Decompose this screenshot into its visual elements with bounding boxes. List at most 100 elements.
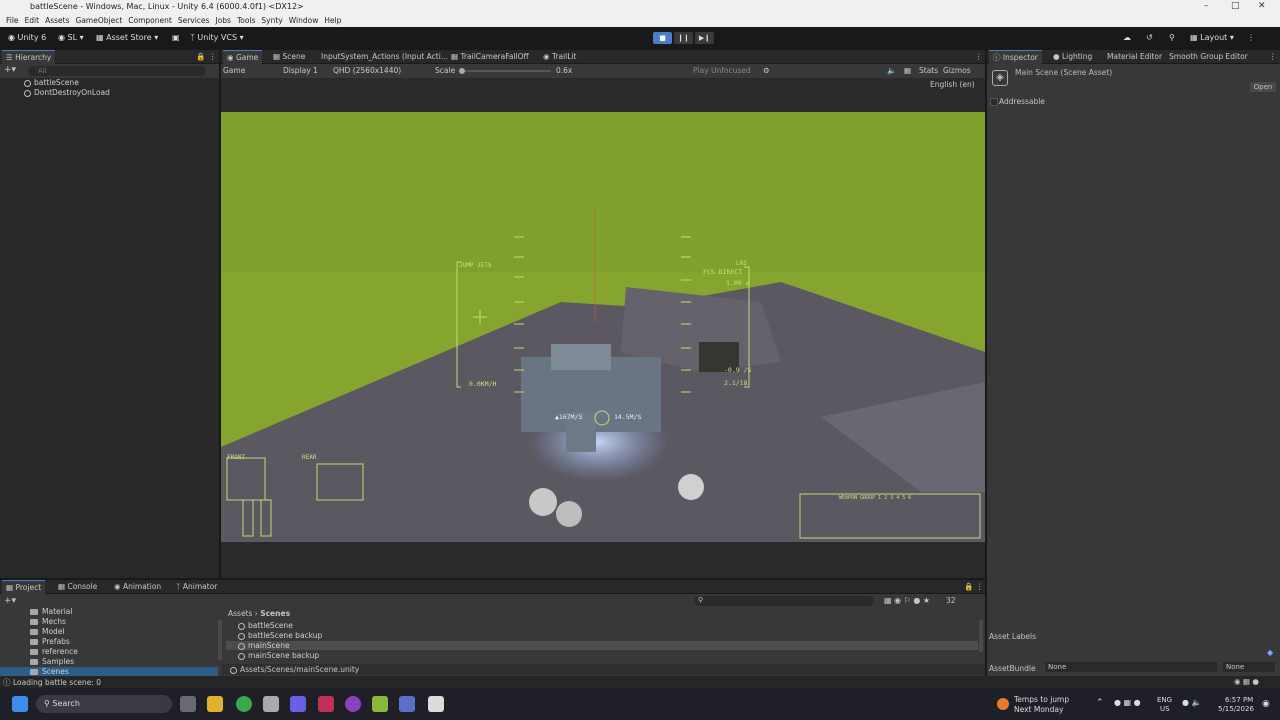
breadcrumb-assets[interactable]: Assets — [228, 609, 252, 618]
tag-icon[interactable]: ◆ — [1267, 648, 1273, 657]
hierarchy-search-input[interactable]: All — [28, 66, 206, 76]
play-button[interactable]: ■ — [653, 32, 672, 44]
unity-editor-icon[interactable] — [428, 696, 444, 712]
folder-model[interactable]: Model — [30, 627, 65, 636]
play-focus-dropdown[interactable]: Play Unfocused — [693, 66, 751, 75]
addressable-checkbox[interactable] — [990, 98, 998, 106]
folder-prefabs[interactable]: Prefabs — [30, 637, 70, 646]
tab-smooth-group-editor[interactable]: Smooth Group Editor — [1165, 50, 1252, 64]
file-explorer-icon[interactable] — [207, 696, 223, 712]
asset-bundle-dropdown[interactable]: None — [1045, 662, 1217, 672]
folder-mechs[interactable]: Mechs — [30, 617, 66, 626]
chevron-up-icon[interactable]: ⌃ — [1096, 698, 1104, 708]
resolution-dropdown[interactable]: QHD (2560x1440) — [333, 66, 401, 75]
network-icon[interactable]: ● 🔈 — [1182, 698, 1201, 707]
bottom-menu-icon[interactable]: ⋮ — [972, 580, 988, 594]
tab-hierarchy[interactable]: ☰ Hierarchy — [2, 50, 56, 64]
menu-synty[interactable]: Synty — [261, 14, 282, 27]
display-dropdown[interactable]: Display 1 — [283, 66, 318, 75]
asset-battlescene-backup[interactable]: battleScene backup — [238, 631, 322, 640]
language-dropdown[interactable]: English (en) — [930, 80, 975, 89]
folder-samples[interactable]: Samples — [30, 657, 74, 666]
folder-reference[interactable]: reference — [30, 647, 78, 656]
tab-console[interactable]: ▦ Console — [54, 580, 101, 594]
scale-slider-handle[interactable] — [459, 68, 465, 74]
close-icon[interactable]: ✕ — [1258, 1, 1266, 11]
asset-battlescene[interactable]: battleScene — [238, 621, 293, 630]
bug-icon[interactable]: ⚙ — [763, 66, 770, 75]
cloud-icon[interactable]: ☁ — [1123, 33, 1131, 42]
task-view-icon[interactable] — [180, 696, 196, 712]
windows-start-icon[interactable] — [12, 696, 28, 712]
history-icon[interactable]: ↺ — [1146, 33, 1153, 42]
hierarchy-menu-icon[interactable]: ⋮ — [205, 50, 221, 64]
status-icons[interactable]: ◉ ▦ ● — [1234, 677, 1259, 686]
visual-studio-icon[interactable] — [399, 696, 415, 712]
asset-store-button[interactable]: ▦ Asset Store ▾ — [96, 33, 158, 42]
tab-project[interactable]: ▦ Project — [2, 580, 46, 594]
asset-mainscene-backup[interactable]: mainScene backup — [238, 651, 319, 660]
rider-icon[interactable] — [318, 696, 334, 712]
tab-material-editor[interactable]: Material Editor — [1103, 50, 1166, 64]
filter-icon[interactable]: ▦ ◉ ⚐ ● ★ — [884, 596, 930, 605]
tab-scene[interactable]: ▦ Scene — [269, 50, 309, 64]
account-button[interactable]: ◉ SL ▾ — [58, 33, 84, 42]
scale-slider[interactable] — [461, 70, 551, 72]
tab-animator[interactable]: ᛉ Animator — [172, 580, 221, 594]
stats-button[interactable]: Stats — [919, 66, 938, 75]
search-icon[interactable]: ⚲ — [1169, 33, 1175, 42]
game-menu-icon[interactable]: ⋮ — [971, 50, 987, 64]
grid-icon[interactable]: ▦ — [904, 66, 911, 75]
assets-scrollbar[interactable] — [979, 620, 983, 652]
more-icon[interactable]: ⋮ — [1247, 33, 1255, 42]
weather-icon[interactable] — [997, 698, 1009, 710]
language-indicator[interactable]: ENG — [1157, 696, 1172, 704]
chrome-icon[interactable] — [236, 696, 252, 712]
project-scrollbar[interactable] — [218, 620, 222, 660]
pause-button[interactable]: ❙❙ — [674, 32, 693, 44]
weather-title[interactable]: Temps to jump — [1014, 695, 1069, 704]
menu-component[interactable]: Component — [128, 14, 172, 27]
inspector-menu-icon[interactable]: ⋮ — [1265, 50, 1280, 64]
folder-material[interactable]: Material — [30, 607, 72, 616]
menu-jobs[interactable]: Jobs — [215, 14, 230, 27]
layout-button[interactable]: ▦ Layout ▾ — [1190, 33, 1234, 42]
github-icon[interactable] — [345, 696, 361, 712]
taskbar-search[interactable]: ⚲ Search — [36, 695, 172, 713]
weather-subtitle[interactable]: Next Monday — [1014, 705, 1063, 714]
menu-window[interactable]: Window — [289, 14, 319, 27]
tab-input-actions[interactable]: InputSystem_Actions (Input Acti... — [317, 50, 452, 64]
notification-icon[interactable]: ◉ — [1262, 699, 1270, 709]
asset-mainscene[interactable]: mainScene — [226, 641, 978, 650]
gizmos-button[interactable]: Gizmos — [943, 66, 971, 75]
unity-account-button[interactable]: ◉ Unity 6 — [8, 33, 46, 42]
tab-inspector[interactable]: ⓘ Inspector — [989, 50, 1042, 64]
unity-hub-icon[interactable] — [263, 696, 279, 712]
add-icon[interactable]: +▾ — [4, 65, 16, 75]
maximize-icon[interactable]: □ — [1231, 1, 1240, 11]
menu-edit[interactable]: Edit — [25, 14, 40, 27]
hierarchy-item-dontdestroy[interactable]: DontDestroyOnLoad — [24, 88, 110, 97]
menu-assets[interactable]: Assets — [45, 14, 69, 27]
hierarchy-item-battlescene[interactable]: battleScene — [24, 78, 79, 87]
folder-scenes[interactable]: Scenes — [0, 667, 218, 676]
step-button[interactable]: ▶❙ — [695, 32, 714, 44]
menu-help[interactable]: Help — [324, 14, 341, 27]
tab-game[interactable]: ◉ Game — [223, 50, 263, 64]
notepad-icon[interactable] — [372, 696, 388, 712]
minimize-icon[interactable]: – — [1204, 1, 1209, 11]
vcs-button[interactable]: ᛉ Unity VCS ▾ — [190, 33, 244, 42]
asset-bundle-variant-dropdown[interactable]: None — [1223, 662, 1275, 672]
project-add-icon[interactable]: +▾ — [4, 596, 16, 606]
menu-tools[interactable]: Tools — [237, 14, 255, 27]
menu-services[interactable]: Services — [178, 14, 210, 27]
clock-time[interactable]: 6:57 PM — [1225, 696, 1253, 704]
game-viewport[interactable]: JUMP JETS 0.0KM/H FCS DIRECT 1.00 x LAS … — [221, 112, 985, 542]
package-icon[interactable]: ▣ — [172, 33, 180, 42]
breadcrumb-scenes[interactable]: Scenes — [260, 609, 290, 618]
language-region[interactable]: US — [1160, 705, 1170, 713]
clock-date[interactable]: 5/15/2026 — [1218, 705, 1254, 713]
game-mode-dropdown[interactable]: Game — [223, 66, 245, 75]
menu-file[interactable]: File — [6, 14, 19, 27]
discord-icon[interactable] — [290, 696, 306, 712]
